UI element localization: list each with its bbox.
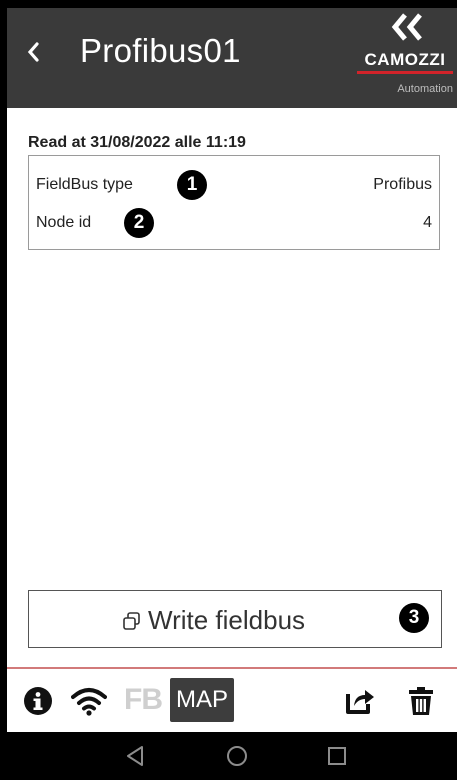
fieldbus-button[interactable]: FB [124, 683, 163, 717]
read-timestamp: Read at 31/08/2022 alle 11:19 [28, 134, 246, 151]
callout-badge-3: 3 [399, 603, 429, 633]
row-label: Node id [36, 214, 92, 231]
back-triangle-icon[interactable] [125, 745, 145, 767]
write-button-label: Write fieldbus [148, 605, 306, 635]
toolbar-divider [7, 667, 457, 669]
row-label: FieldBus type [36, 176, 133, 193]
callout-badge-2: 2 [124, 208, 154, 238]
camozzi-logo: CAMOZZI Automation [353, 10, 457, 106]
app-header: Profibus01 CAMOZZI Automation [7, 8, 457, 108]
callout-badge-1: 1 [177, 170, 207, 200]
info-icon[interactable] [23, 686, 53, 716]
logo-wordmark: CAMOZZI [364, 50, 446, 69]
recents-square-icon[interactable] [327, 746, 347, 766]
home-circle-icon[interactable] [226, 745, 248, 767]
back-button[interactable] [25, 40, 45, 68]
copy-icon [123, 611, 140, 630]
trash-icon[interactable] [408, 686, 434, 716]
app-screen: Profibus01 CAMOZZI Automation Read at 31… [7, 8, 457, 780]
chevron-left-icon [27, 42, 39, 62]
share-icon[interactable] [344, 684, 376, 716]
bottom-toolbar: FB MAP [7, 670, 457, 732]
android-nav-bar [7, 732, 457, 780]
wifi-icon[interactable] [71, 686, 107, 716]
row-value: Profibus [373, 176, 432, 193]
fieldbus-type-row: FieldBus type 1 Profibus [36, 170, 432, 200]
logo-subtitle: Automation [397, 83, 453, 95]
node-id-row: Node id 2 4 [36, 208, 432, 238]
write-fieldbus-button[interactable]: Write fieldbus 3 [28, 590, 442, 648]
row-value: 4 [423, 214, 432, 231]
camozzi-mark-icon [391, 13, 422, 41]
fieldbus-info-box: FieldBus type 1 Profibus Node id 2 4 [28, 155, 440, 250]
logo-accent-bar [357, 71, 453, 74]
write-button-content: Write fieldbus [122, 605, 305, 636]
map-button[interactable]: MAP [170, 678, 234, 722]
page-title: Profibus01 [80, 32, 241, 69]
